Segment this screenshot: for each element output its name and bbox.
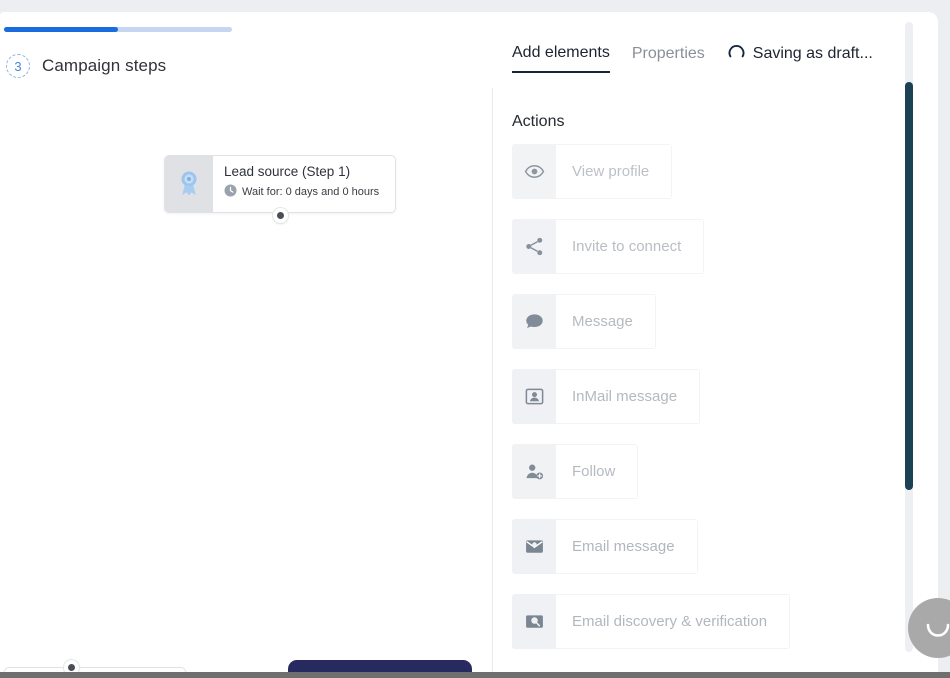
app-root: 3 Campaign steps Lead source (Step 1) Wa… <box>0 0 950 678</box>
action-label: Follow <box>556 444 639 499</box>
action-item-message[interactable]: Message <box>512 294 656 349</box>
action-item-email-message[interactable]: Email message <box>512 519 698 574</box>
email-icon <box>512 519 556 574</box>
action-item-inmail-message[interactable]: InMail message <box>512 369 701 424</box>
tab-add-elements[interactable]: Add elements <box>512 44 610 73</box>
action-item-email-discovery-verification[interactable]: Email discovery & verification <box>512 594 791 649</box>
email-search-icon <box>512 594 556 649</box>
vertical-scrollbar-thumb[interactable] <box>905 82 913 490</box>
step-card-title: Lead source (Step 1) <box>224 164 351 179</box>
inmail-icon <box>512 369 556 424</box>
action-label: Email discovery & verification <box>556 594 791 649</box>
panel-tabs: Add elements Properties Saving as draft.… <box>512 42 873 75</box>
wizard-progress-bar <box>4 27 232 32</box>
eye-icon <box>512 144 556 199</box>
wizard-progress-fill <box>4 27 118 32</box>
share-icon <box>512 219 556 274</box>
action-label: Email message <box>556 519 698 574</box>
action-label: Invite to connect <box>556 219 705 274</box>
lead-source-icon <box>165 156 213 212</box>
step-card-wait: Wait for: 0 days and 0 hours <box>224 184 385 200</box>
actions-list: View profile Invite to connect Message I… <box>512 144 932 649</box>
step-number-badge: 3 <box>6 54 30 78</box>
follow-person-icon <box>512 444 556 499</box>
spinner-icon <box>727 42 746 66</box>
saving-status: Saving as draft... <box>727 42 873 75</box>
actions-section-title: Actions <box>512 113 565 130</box>
wizard-step-header: 3 Campaign steps <box>6 54 166 78</box>
action-item-view-profile[interactable]: View profile <box>512 144 673 199</box>
window-bottom-strip <box>0 672 950 678</box>
chat-bubble-icon <box>512 294 556 349</box>
action-label: View profile <box>556 144 673 199</box>
clock-icon <box>224 184 237 200</box>
page-title: Campaign steps <box>42 56 167 75</box>
action-item-invite-to-connect[interactable]: Invite to connect <box>512 219 705 274</box>
lead-source-card-body: Lead source (Step 1) Wait for: 0 days an… <box>213 156 395 212</box>
flow-connector-dot[interactable] <box>273 208 288 223</box>
campaign-canvas-pane: 3 Campaign steps Lead source (Step 1) Wa… <box>0 12 492 678</box>
lead-source-step-card[interactable]: Lead source (Step 1) Wait for: 0 days an… <box>164 155 396 213</box>
elements-panel: Add elements Properties Saving as draft.… <box>493 12 938 678</box>
tab-properties[interactable]: Properties <box>632 45 705 72</box>
wait-label: Wait for: 0 days and 0 hours <box>242 186 380 198</box>
action-label: Message <box>556 294 656 349</box>
saving-status-label: Saving as draft... <box>752 45 873 62</box>
page-sheet: 3 Campaign steps Lead source (Step 1) Wa… <box>0 12 938 678</box>
action-label: InMail message <box>556 369 701 424</box>
action-item-follow[interactable]: Follow <box>512 444 639 499</box>
